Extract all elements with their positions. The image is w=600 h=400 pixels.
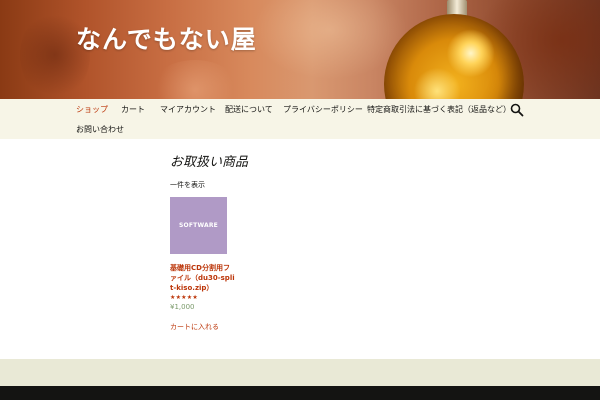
header-bokeh (150, 60, 240, 99)
star-rating: ★★★★★ (170, 294, 198, 301)
product-title-link[interactable]: 基礎用CD分割用ファイル（du30-split-kiso.zip） (170, 263, 236, 293)
footer-widget-area (0, 359, 600, 386)
product-price: ¥1,000 (170, 303, 195, 311)
nav-item-contact[interactable]: お問い合わせ (76, 124, 124, 135)
search-icon[interactable] (510, 103, 524, 117)
nav-item-shipping[interactable]: 配送について (225, 104, 273, 115)
product-thumbnail-label: SOFTWARE (179, 222, 218, 229)
nav-item-shop[interactable]: ショップ (76, 104, 108, 115)
nav-item-legal-notice[interactable]: 特定商取引法に基づく表記（返品など） (367, 104, 511, 115)
nav-item-cart[interactable]: カート (121, 104, 145, 115)
nav-item-my-account[interactable]: マイアカウント (160, 104, 216, 115)
site-title[interactable]: なんでもない屋 (76, 20, 257, 56)
nav-item-privacy-policy[interactable]: プライバシーポリシー (283, 104, 363, 115)
page-title: お取扱い商品 (170, 155, 249, 170)
product-thumbnail[interactable]: SOFTWARE (170, 197, 227, 254)
site-footer (0, 386, 600, 400)
site-header: なんでもない屋 (0, 0, 600, 99)
header-ornament-image (384, 14, 524, 99)
result-count: 一件を表示 (170, 181, 205, 189)
add-to-cart-button[interactable]: カートに入れる (170, 322, 219, 332)
